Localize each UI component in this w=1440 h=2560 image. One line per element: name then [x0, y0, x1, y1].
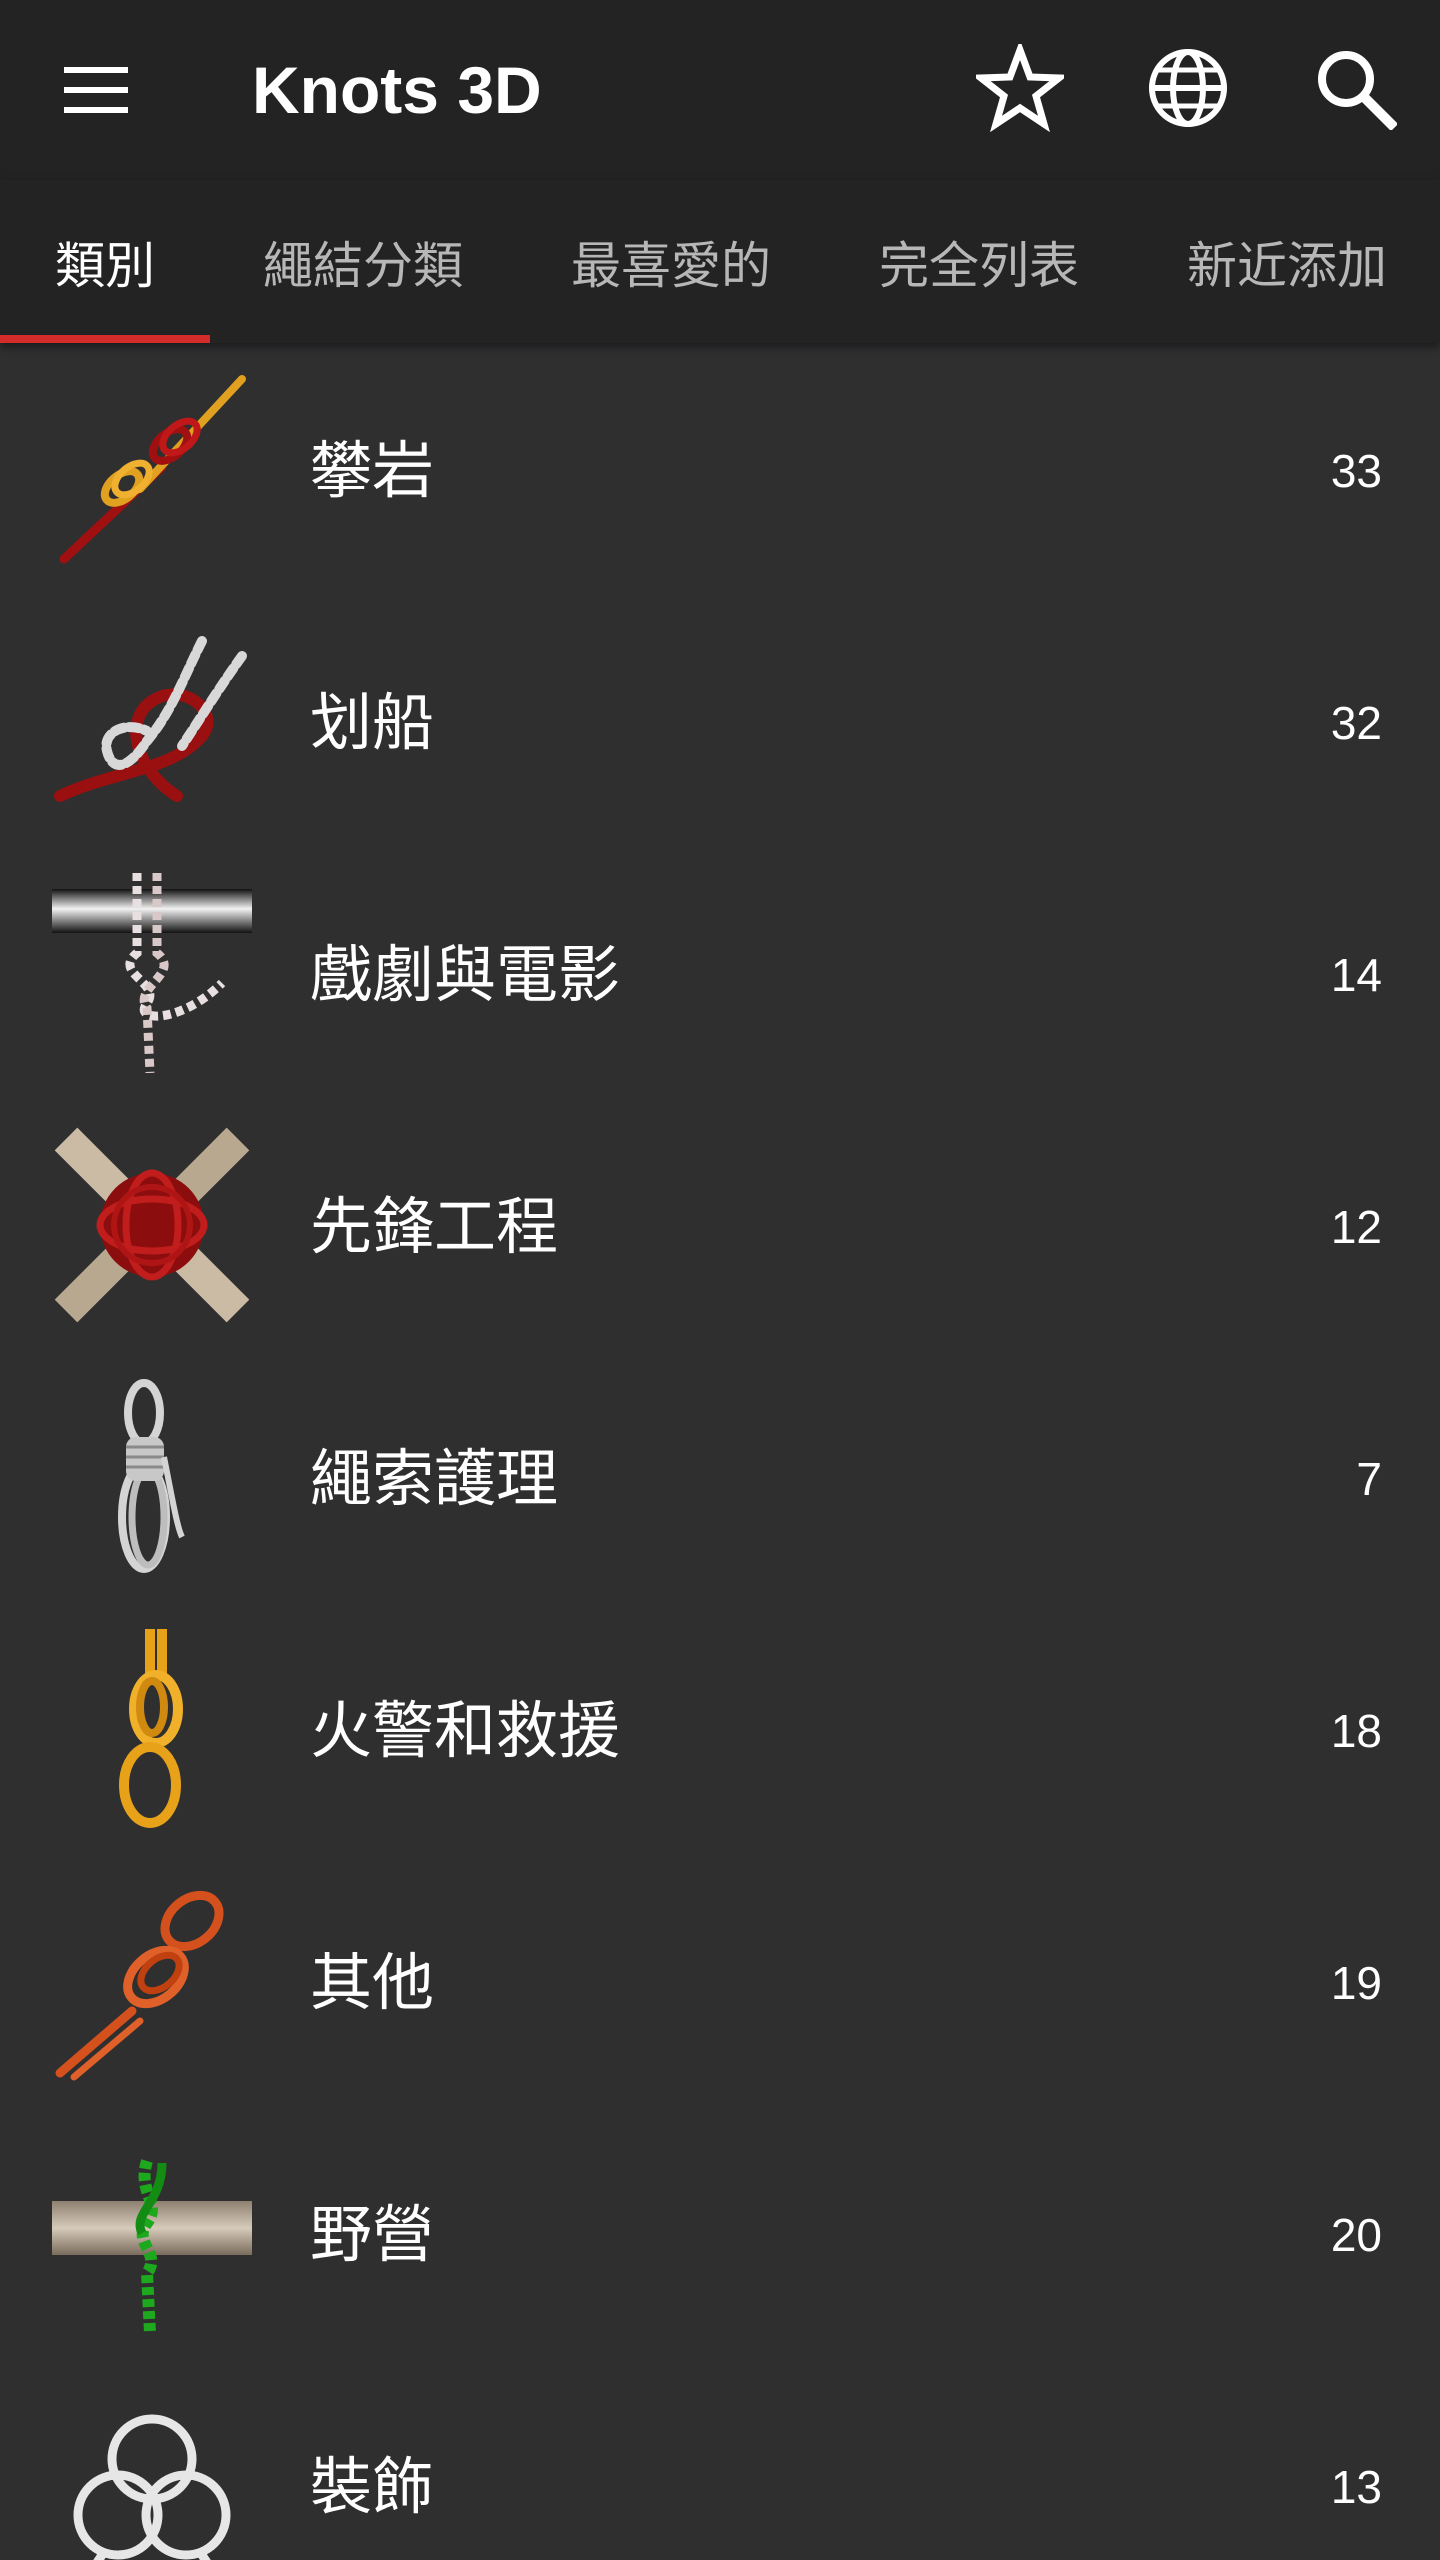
category-label: 划船: [310, 686, 435, 759]
category-row-fire-rescue[interactable]: 火警和救援 18: [0, 1603, 1440, 1855]
boating-knot-icon: [54, 636, 247, 802]
theatre-knot-icon: [52, 873, 252, 1073]
category-tabs: 類別 繩結分類 最喜愛的 完全列表 新近添加: [0, 180, 1440, 343]
category-count: 12: [1330, 1201, 1382, 1253]
category-row-theatre[interactable]: 戲劇與電影 14: [0, 847, 1440, 1099]
category-row-boating[interactable]: 划船 32: [0, 595, 1440, 847]
category-row-pioneering[interactable]: 先鋒工程 12: [0, 1099, 1440, 1351]
lashing-knot-icon: [54, 1127, 250, 1323]
category-label: 火警和救援: [310, 1694, 621, 1767]
tab-full-list[interactable]: 完全列表: [848, 180, 1110, 343]
figure-eight-knot-icon: [55, 1890, 224, 2081]
category-row-camping[interactable]: 野營 20: [0, 2107, 1440, 2359]
active-tab-indicator: [0, 335, 210, 343]
category-label: 戲劇與電影: [310, 938, 621, 1011]
star-icon: [976, 44, 1064, 132]
decorative-knot-icon: [73, 2414, 231, 2560]
globe-icon: [1149, 49, 1227, 127]
category-count: 13: [1330, 2461, 1382, 2513]
climbing-knot-icon: [59, 375, 246, 564]
category-row-other[interactable]: 其他 19: [0, 1855, 1440, 2107]
camping-knot-icon: [52, 2159, 252, 2333]
rope-coil-icon: [118, 1379, 185, 1573]
category-count: 33: [1330, 445, 1382, 497]
app-title: Knots 3D: [252, 53, 542, 127]
category-count: 18: [1330, 1705, 1382, 1757]
category-count: 20: [1330, 2209, 1382, 2261]
category-row-decorative[interactable]: 裝飾 13: [0, 2359, 1440, 2560]
tab-recently-added[interactable]: 新近添加: [1156, 180, 1418, 343]
favorites-button[interactable]: [970, 38, 1070, 138]
category-row-climbing[interactable]: 攀岩 33: [0, 343, 1440, 595]
menu-icon: [64, 67, 128, 113]
tab-categories[interactable]: 類別: [0, 180, 210, 343]
category-label: 繩索護理: [310, 1442, 559, 1515]
category-label: 攀岩: [310, 434, 435, 507]
category-label: 先鋒工程: [310, 1190, 559, 1263]
category-count: 19: [1330, 1957, 1382, 2009]
category-count: 32: [1330, 697, 1382, 749]
tab-favorites[interactable]: 最喜愛的: [540, 180, 802, 343]
category-row-rope-care[interactable]: 繩索護理 7: [0, 1351, 1440, 1603]
category-label: 裝飾: [310, 2450, 435, 2523]
search-button[interactable]: [1305, 38, 1405, 138]
category-count: 14: [1330, 949, 1382, 1001]
category-label: 其他: [310, 1946, 435, 2019]
language-button[interactable]: [1138, 38, 1238, 138]
app-bar: Knots 3D: [0, 0, 1440, 180]
rescue-knot-icon: [119, 1629, 183, 1828]
search-icon: [1318, 51, 1397, 130]
category-label: 野營: [310, 2198, 435, 2271]
menu-button[interactable]: [48, 42, 144, 138]
tab-knot-types[interactable]: 繩結分類: [232, 180, 494, 343]
category-list: 攀岩 33 划船 32 戲劇與電影 14 先鋒工程 12 繩索護理 7 火警和救…: [0, 343, 1440, 2560]
category-count: 7: [1356, 1453, 1382, 1505]
